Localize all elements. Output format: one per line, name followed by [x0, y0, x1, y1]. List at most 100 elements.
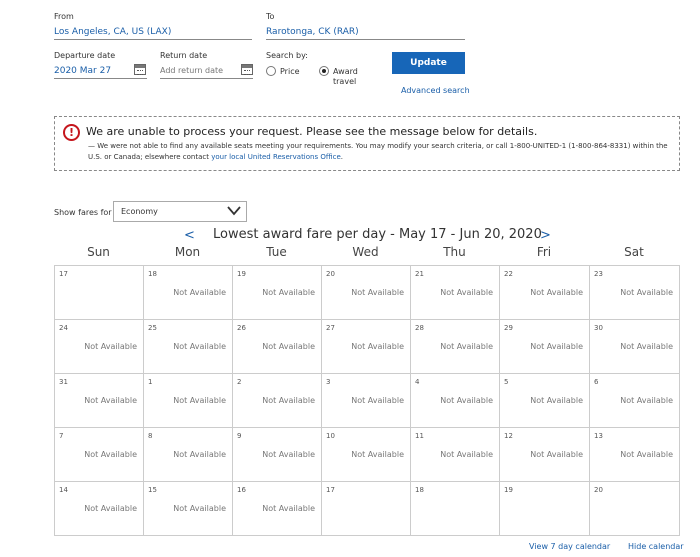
- fare-status: Not Available: [530, 396, 583, 405]
- calendar-day-cell[interactable]: 9 Not Available: [233, 428, 322, 482]
- fare-status: Not Available: [173, 288, 226, 297]
- calendar-day-cell[interactable]: 28 Not Available: [411, 320, 500, 374]
- return-calendar-icon[interactable]: [241, 64, 253, 75]
- fare-status: Not Available: [351, 288, 404, 297]
- calendar-day-cell[interactable]: 21 Not Available: [411, 266, 500, 320]
- calendar-day-cell[interactable]: 6 Not Available: [590, 374, 680, 428]
- day-number: 20: [594, 486, 603, 494]
- hide-calendar-link[interactable]: Hide calendar: [628, 542, 684, 551]
- alert-message: — We were not able to find any available…: [88, 141, 673, 163]
- fare-status: Not Available: [173, 504, 226, 513]
- error-alert: ! We are unable to process your request.…: [54, 116, 680, 171]
- calendar-grid: 17 18 Not Available 19 Not Available 20 Not Av…: [54, 265, 680, 536]
- calendar-day-cell[interactable]: 1 Not Available: [144, 374, 233, 428]
- fare-status: Not Available: [84, 450, 137, 459]
- fare-status: Not Available: [351, 342, 404, 351]
- next-month-arrow[interactable]: >: [540, 228, 551, 243]
- calendar-day-cell[interactable]: 2 Not Available: [233, 374, 322, 428]
- reservations-office-link[interactable]: your local United Reservations Office: [211, 153, 341, 161]
- day-number: 4: [415, 378, 420, 386]
- to-label: To: [266, 12, 275, 21]
- return-date-field[interactable]: Add return date: [160, 64, 253, 79]
- fare-status: Not Available: [262, 288, 315, 297]
- calendar-day-cell[interactable]: 23 Not Available: [590, 266, 680, 320]
- day-number: 27: [326, 324, 335, 332]
- day-number: 17: [59, 270, 68, 278]
- day-number: 20: [326, 270, 335, 278]
- calendar-day-cell[interactable]: 12 Not Available: [500, 428, 590, 482]
- show-fares-label: Show fares for: [54, 208, 112, 217]
- calendar-day-cell[interactable]: 29 Not Available: [500, 320, 590, 374]
- calendar-day-cell[interactable]: 30 Not Available: [590, 320, 680, 374]
- day-number: 29: [504, 324, 513, 332]
- departure-calendar-icon[interactable]: [134, 64, 146, 75]
- search-by-label: Search by:: [266, 51, 308, 60]
- day-number: 11: [415, 432, 424, 440]
- calendar-day-cell[interactable]: 16 Not Available: [233, 482, 322, 536]
- calendar-day-cell[interactable]: 18: [411, 482, 500, 536]
- day-number: 9: [237, 432, 242, 440]
- calendar-day-cell[interactable]: 11 Not Available: [411, 428, 500, 482]
- update-button[interactable]: Update: [392, 52, 465, 74]
- calendar-day-cell[interactable]: 15 Not Available: [144, 482, 233, 536]
- to-field[interactable]: Rarotonga, CK (RAR): [266, 25, 465, 40]
- calendar-day-cell[interactable]: 14 Not Available: [55, 482, 144, 536]
- day-number: 16: [237, 486, 246, 494]
- day-number: 6: [594, 378, 599, 386]
- calendar-day-cell[interactable]: 10 Not Available: [322, 428, 411, 482]
- calendar-day-cell[interactable]: 3 Not Available: [322, 374, 411, 428]
- day-number: 30: [594, 324, 603, 332]
- day-number: 23: [594, 270, 603, 278]
- day-number: 12: [504, 432, 513, 440]
- calendar-day-cell[interactable]: 8 Not Available: [144, 428, 233, 482]
- advanced-search-link[interactable]: Advanced search: [401, 86, 470, 95]
- weekday-6: Sat: [624, 245, 644, 259]
- fare-status: Not Available: [530, 450, 583, 459]
- calendar-day-cell[interactable]: 17: [55, 266, 144, 320]
- calendar-title: Lowest award fare per day - May 17 - Jun…: [213, 227, 542, 242]
- weekday-4: Thu: [443, 245, 466, 259]
- award-option-label-line1: Award: [333, 67, 358, 76]
- day-number: 2: [237, 378, 242, 386]
- calendar-day-cell[interactable]: 27 Not Available: [322, 320, 411, 374]
- calendar-day-cell[interactable]: 13 Not Available: [590, 428, 680, 482]
- weekday-3: Wed: [352, 245, 379, 259]
- fare-status: Not Available: [262, 396, 315, 405]
- award-travel-radio[interactable]: [319, 66, 329, 76]
- day-number: 8: [148, 432, 153, 440]
- alert-message-text: — We were not able to find any available…: [88, 142, 668, 161]
- fare-status: Not Available: [440, 288, 493, 297]
- calendar-day-cell[interactable]: 17: [322, 482, 411, 536]
- fare-status: Not Available: [262, 504, 315, 513]
- view-7-day-calendar-link[interactable]: View 7 day calendar: [529, 542, 610, 551]
- prev-month-arrow[interactable]: <: [184, 228, 195, 243]
- day-number: 21: [415, 270, 424, 278]
- calendar-day-cell[interactable]: 19 Not Available: [233, 266, 322, 320]
- calendar-day-cell[interactable]: 22 Not Available: [500, 266, 590, 320]
- calendar-day-cell[interactable]: 4 Not Available: [411, 374, 500, 428]
- price-radio[interactable]: [266, 66, 276, 76]
- calendar-day-cell[interactable]: 20: [590, 482, 680, 536]
- calendar-day-cell[interactable]: 19: [500, 482, 590, 536]
- calendar-day-cell[interactable]: 31 Not Available: [55, 374, 144, 428]
- calendar-day-cell[interactable]: 18 Not Available: [144, 266, 233, 320]
- from-field[interactable]: Los Angeles, CA, US (LAX): [54, 25, 252, 40]
- day-number: 18: [415, 486, 424, 494]
- calendar-day-cell[interactable]: 25 Not Available: [144, 320, 233, 374]
- fare-class-select[interactable]: Economy: [113, 201, 247, 222]
- calendar-day-cell[interactable]: 24 Not Available: [55, 320, 144, 374]
- chevron-down-icon: [227, 206, 241, 216]
- calendar-day-cell[interactable]: 20 Not Available: [322, 266, 411, 320]
- day-number: 15: [148, 486, 157, 494]
- fare-status: Not Available: [173, 396, 226, 405]
- weekday-0: Sun: [87, 245, 110, 259]
- calendar-day-cell[interactable]: 7 Not Available: [55, 428, 144, 482]
- fare-status: Not Available: [620, 450, 673, 459]
- fare-status: Not Available: [440, 450, 493, 459]
- day-number: 1: [148, 378, 153, 386]
- calendar-day-cell[interactable]: 26 Not Available: [233, 320, 322, 374]
- weekday-2: Tue: [266, 245, 287, 259]
- fare-status: Not Available: [530, 288, 583, 297]
- fare-status: Not Available: [351, 396, 404, 405]
- calendar-day-cell[interactable]: 5 Not Available: [500, 374, 590, 428]
